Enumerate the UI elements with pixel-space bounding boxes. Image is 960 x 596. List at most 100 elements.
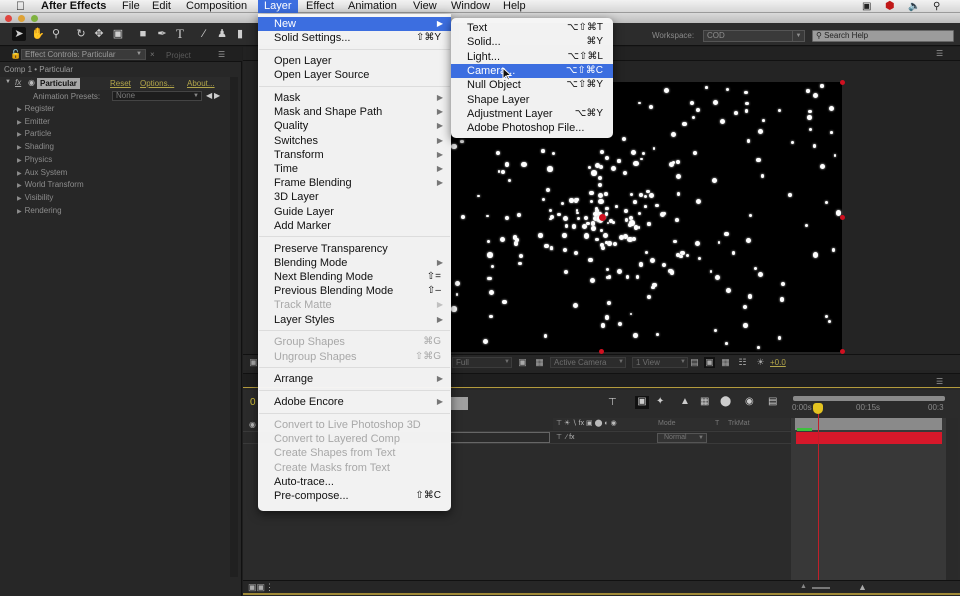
toggle-switches-icon[interactable]: ▣▣⋮ bbox=[248, 582, 274, 593]
menu-item-quality[interactable]: Quality ▶ bbox=[258, 119, 451, 133]
menu-item-null-object[interactable]: Null Object ⌥⇧⌘Y bbox=[451, 78, 613, 92]
reset-link[interactable]: Reset bbox=[110, 79, 131, 88]
menu-window[interactable]: Window bbox=[445, 0, 496, 13]
current-time-display[interactable]: 0 bbox=[250, 397, 256, 408]
view-layout-select[interactable]: 1 View ▼ bbox=[632, 357, 688, 368]
menu-item-arrange[interactable]: Arrange ▶ bbox=[258, 372, 451, 386]
property-physics[interactable]: ▶ Physics bbox=[17, 155, 52, 164]
flowchart-icon[interactable]: ☷ bbox=[737, 357, 748, 368]
comp-corner-handle[interactable] bbox=[840, 80, 845, 85]
zoom-window-button[interactable] bbox=[31, 15, 38, 22]
exposure-value[interactable]: +0.0 bbox=[770, 358, 786, 367]
hide-shy-layers-icon[interactable]: ▲ bbox=[680, 396, 690, 407]
shield-icon[interactable]: ⬢ bbox=[885, 0, 895, 13]
menu-animation[interactable]: Animation bbox=[342, 0, 403, 13]
lock-icon[interactable]: 🔓 bbox=[10, 49, 21, 60]
toggle-pixel-aspect-icon[interactable]: ▤ bbox=[689, 357, 700, 368]
pan-behind-tool-icon[interactable]: ▣ bbox=[111, 27, 125, 41]
exposure-icon[interactable]: ☀ bbox=[755, 357, 766, 368]
timeline-zoom-slider[interactable] bbox=[812, 587, 830, 589]
property-shading[interactable]: ▶ Shading bbox=[17, 142, 54, 151]
live-update-icon[interactable]: ▣ bbox=[635, 396, 649, 409]
motion-blur-icon[interactable]: ⬤ bbox=[720, 396, 731, 407]
menu-item-light[interactable]: Light... ⌥⇧⌘L bbox=[451, 50, 613, 64]
menu-item-transform[interactable]: Transform ▶ bbox=[258, 148, 451, 162]
menu-edit[interactable]: Edit bbox=[146, 0, 177, 13]
timeline-scrollbar[interactable] bbox=[946, 418, 958, 596]
visibility-eye-icon[interactable]: ◉ bbox=[249, 420, 256, 429]
current-time-indicator-line[interactable] bbox=[818, 404, 819, 596]
workspace-select[interactable]: COD ▼ bbox=[703, 30, 805, 42]
graph-editor-icon[interactable]: ▤ bbox=[768, 396, 777, 407]
menu-item-camera[interactable]: Camera... ⌥⇧⌘C bbox=[451, 63, 613, 78]
layer-switches[interactable]: ⊤ ∕ fx bbox=[556, 433, 575, 441]
prev-preset-icon[interactable]: ◀ bbox=[206, 91, 212, 100]
zoom-in-icon[interactable]: ▲ bbox=[858, 582, 867, 592]
menu-item-shape-layer[interactable]: Shape Layer bbox=[451, 93, 613, 107]
menu-item-new[interactable]: New ▶ bbox=[258, 17, 451, 31]
layer-name-field[interactable] bbox=[450, 432, 550, 443]
search-help-input[interactable]: ⚲ Search Help bbox=[812, 30, 954, 42]
rotation-tool-icon[interactable]: ↻ bbox=[74, 27, 88, 41]
tab-effect-controls[interactable]: Effect Controls: Particular ▼ bbox=[21, 49, 146, 60]
current-time-indicator-head[interactable] bbox=[813, 403, 823, 414]
menu-item-open-layer[interactable]: Open Layer bbox=[258, 54, 451, 68]
zoom-out-icon[interactable]: ▲ bbox=[800, 583, 807, 590]
spotlight-search-icon[interactable]: ⚲ bbox=[933, 0, 940, 13]
menu-item-blending-mode[interactable]: Blending Mode ▶ bbox=[258, 256, 451, 270]
menu-item-layer-styles[interactable]: Layer Styles ▶ bbox=[258, 313, 451, 327]
animation-presets-select[interactable]: None ▼ bbox=[112, 91, 202, 101]
menu-item-adjustment-layer[interactable]: Adjustment Layer ⌥⌘Y bbox=[451, 107, 613, 121]
property-rendering[interactable]: ▶ Rendering bbox=[17, 206, 62, 215]
menu-app-name[interactable]: After Effects bbox=[35, 0, 112, 13]
effect-name[interactable]: Particular bbox=[37, 78, 80, 89]
menu-view[interactable]: View bbox=[407, 0, 443, 13]
menu-item-add-marker[interactable]: Add Marker bbox=[258, 219, 451, 233]
hand-tool-icon[interactable]: ✋ bbox=[31, 27, 45, 41]
menu-item-open-layer-source[interactable]: Open Layer Source bbox=[258, 68, 451, 82]
tab-project[interactable]: Project bbox=[166, 51, 191, 60]
panel-menu-icon[interactable]: ☰ bbox=[936, 377, 943, 386]
volume-icon[interactable]: 🔈 bbox=[908, 0, 920, 13]
work-area-bar[interactable] bbox=[793, 396, 945, 401]
menu-item-adobe-encore[interactable]: Adobe Encore ▶ bbox=[258, 395, 451, 409]
property-visibility[interactable]: ▶ Visibility bbox=[17, 193, 53, 202]
menu-item-guide-layer[interactable]: Guide Layer bbox=[258, 205, 451, 219]
brush-tool-icon[interactable]: ∕ bbox=[197, 27, 211, 41]
blending-mode-select[interactable]: Normal ▼ bbox=[657, 433, 707, 443]
pen-tool-icon[interactable]: ✒ bbox=[155, 27, 169, 41]
property-particle[interactable]: ▶ Particle bbox=[17, 129, 51, 138]
property-aux-system[interactable]: ▶ Aux System bbox=[17, 168, 67, 177]
brainstorm-icon[interactable]: ◉ bbox=[745, 396, 754, 407]
menu-item-solid-settings[interactable]: Solid Settings... ⇧⌘Y bbox=[258, 31, 451, 45]
menu-file[interactable]: File bbox=[116, 0, 146, 13]
menu-item-solid[interactable]: Solid... ⌘Y bbox=[451, 35, 613, 49]
menu-layer[interactable]: Layer bbox=[258, 0, 298, 13]
menu-item-text[interactable]: Text ⌥⇧⌘T bbox=[451, 21, 613, 35]
frame-blending-icon[interactable]: ▦ bbox=[700, 396, 709, 407]
menu-item-pre-compose[interactable]: Pre-compose... ⇧⌘C bbox=[258, 489, 451, 503]
menu-effect[interactable]: Effect bbox=[300, 0, 340, 13]
draft-3d-icon[interactable]: ✦ bbox=[656, 396, 664, 407]
zoom-tool-icon[interactable]: ⚲ bbox=[49, 27, 63, 41]
menu-item-preserve-transparency[interactable]: Preserve Transparency bbox=[258, 242, 451, 256]
menu-item-mask-and-shape-path[interactable]: Mask and Shape Path ▶ bbox=[258, 105, 451, 119]
panel-menu-icon[interactable]: ☰ bbox=[218, 50, 225, 59]
menu-help[interactable]: Help bbox=[497, 0, 532, 13]
search-layers-field[interactable] bbox=[450, 397, 468, 410]
region-of-interest-icon[interactable]: ▣ bbox=[517, 357, 528, 368]
type-tool-icon[interactable]: T bbox=[173, 27, 187, 41]
property-world-transform[interactable]: ▶ World Transform bbox=[17, 180, 84, 189]
minimize-window-button[interactable] bbox=[18, 15, 25, 22]
screen-record-icon[interactable]: ▣ bbox=[862, 0, 871, 13]
menu-item-3d-layer[interactable]: 3D Layer bbox=[258, 190, 451, 204]
property-register[interactable]: ▶ Register bbox=[17, 104, 54, 113]
rectangle-tool-icon[interactable]: ■ bbox=[136, 27, 150, 41]
menu-item-time[interactable]: Time ▶ bbox=[258, 162, 451, 176]
next-preset-icon[interactable]: ▶ bbox=[214, 91, 220, 100]
menu-item-previous-blending-mode[interactable]: Previous Blending Mode ⇧– bbox=[258, 284, 451, 298]
menu-composition[interactable]: Composition bbox=[180, 0, 253, 13]
apple-icon[interactable]:  bbox=[10, 0, 31, 13]
panel-menu-icon[interactable]: ☰ bbox=[936, 49, 943, 58]
comp-mini-flowchart-icon[interactable]: ⊤ bbox=[608, 397, 617, 408]
